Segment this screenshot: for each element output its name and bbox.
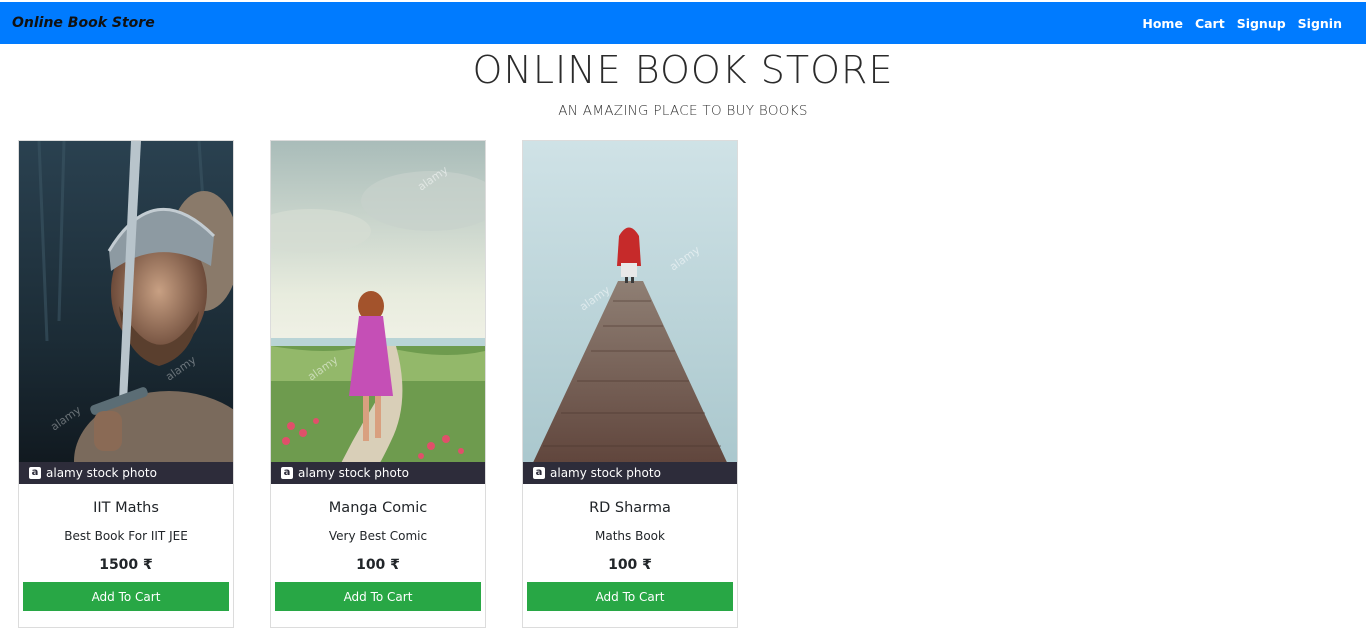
alamy-logo-icon: a: [29, 467, 41, 479]
alamy-logo-icon: a: [281, 467, 293, 479]
book-description: Very Best Comic: [328, 529, 428, 543]
watermark-text: alamy stock photo: [46, 466, 157, 480]
nav-signup-link[interactable]: Signup: [1231, 16, 1292, 31]
watermark-text: alamy stock photo: [298, 466, 409, 480]
nav-signin-link[interactable]: Signin: [1292, 16, 1348, 31]
brand-link[interactable]: Online Book Store: [12, 15, 155, 31]
book-price: 100 ₹: [608, 557, 652, 573]
book-title: IIT Maths: [93, 500, 159, 516]
book-price: 100 ₹: [356, 557, 400, 573]
book-card: alamy alamy a alamy stock photo RD Sharm…: [522, 140, 738, 628]
add-to-cart-button[interactable]: Add To Cart: [275, 582, 481, 611]
book-cover-image: alamy alamy a alamy stock photo: [523, 141, 737, 484]
book-description: Maths Book: [595, 529, 665, 543]
alamy-logo-icon: a: [533, 467, 545, 479]
image-watermark: a alamy stock photo: [19, 462, 233, 484]
book-cover-image: alamy alamy a alamy stock photo: [271, 141, 485, 484]
image-watermark: a alamy stock photo: [523, 462, 737, 484]
top-navbar: Online Book Store Home Cart Signup Signi…: [0, 2, 1366, 44]
page-subtitle: AN AMAZING PLACE TO BUY BOOKS: [558, 103, 808, 119]
book-description: Best Book For IIT JEE: [64, 529, 188, 543]
book-price: 1500 ₹: [99, 557, 153, 573]
watermark-text: alamy stock photo: [550, 466, 661, 480]
book-card: alamy alamy a alamy stock photo Manga Co…: [270, 140, 486, 628]
image-watermark: a alamy stock photo: [271, 462, 485, 484]
nav-links: Home Cart Signup Signin: [1136, 16, 1348, 31]
nav-home-link[interactable]: Home: [1136, 16, 1189, 31]
book-card: alamy alamy a alamy stock photo IIT Math…: [18, 140, 234, 628]
nav-cart-link[interactable]: Cart: [1189, 16, 1231, 31]
book-title: Manga Comic: [328, 500, 428, 516]
page-title: ONLINE BOOK STORE: [472, 48, 894, 92]
book-title: RD Sharma: [589, 500, 671, 516]
add-to-cart-button[interactable]: Add To Cart: [23, 582, 229, 611]
book-cover-image: alamy alamy a alamy stock photo: [19, 141, 233, 484]
add-to-cart-button[interactable]: Add To Cart: [527, 582, 733, 611]
